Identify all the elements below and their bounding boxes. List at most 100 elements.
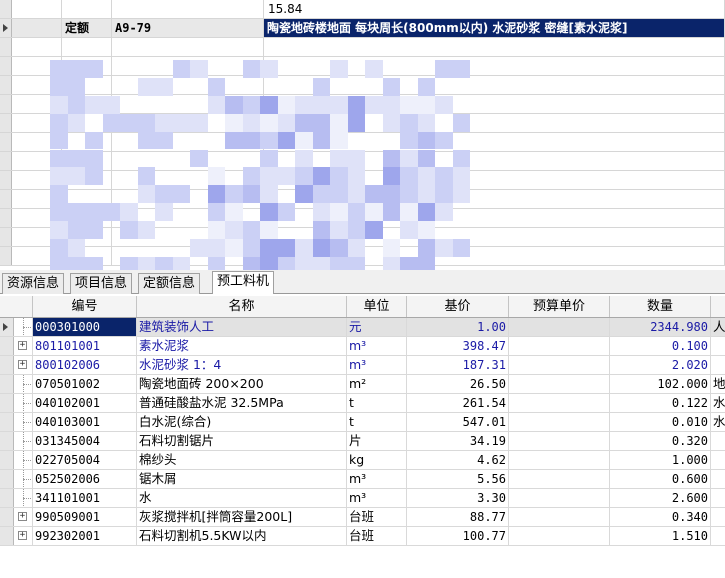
grid-cell[interactable] (112, 133, 264, 151)
unit-cell[interactable]: m³ (347, 470, 407, 488)
grid-cell[interactable] (62, 76, 112, 94)
expand-icon[interactable]: + (18, 341, 27, 350)
base-price-cell[interactable]: 547.01 (407, 413, 509, 431)
grid-cell[interactable] (264, 38, 725, 56)
quota-row[interactable] (0, 133, 725, 152)
quota-row-selected[interactable]: 定额 A9-79 陶瓷地砖楼地面 每块周长(800mm以内) 水泥砂浆 密缝[素… (0, 19, 725, 38)
grid-cell[interactable] (264, 76, 725, 94)
grid-cell[interactable] (62, 133, 112, 151)
quota-row[interactable] (0, 38, 725, 57)
grid-cell[interactable] (12, 76, 62, 94)
code-cell[interactable]: 000301000 (33, 318, 137, 336)
name-cell[interactable]: 石料切割机5.5KW以内 (137, 527, 347, 545)
quota-row[interactable]: 15.84 (0, 0, 725, 19)
table-row[interactable]: 341101001 水 m³ 3.30 2.600 (0, 489, 725, 508)
extra-cell[interactable]: 水 (711, 394, 725, 412)
grid-cell[interactable] (112, 209, 264, 227)
grid-cell[interactable] (264, 171, 725, 189)
name-cell[interactable]: 普通硅酸盐水泥 32.5MPa (137, 394, 347, 412)
code-cell[interactable]: 031345004 (33, 432, 137, 450)
grid-cell[interactable] (112, 171, 264, 189)
quantity-cell[interactable]: 2.600 (610, 489, 711, 507)
grid-cell[interactable] (62, 114, 112, 132)
row-indicator[interactable] (0, 247, 12, 265)
grid-cell[interactable] (12, 19, 62, 37)
quantity-cell[interactable]: 1.000 (610, 451, 711, 469)
grid-cell[interactable] (12, 133, 62, 151)
code-cell[interactable]: 070501002 (33, 375, 137, 393)
base-price-cell[interactable]: 100.77 (407, 527, 509, 545)
budget-price-cell[interactable] (509, 489, 610, 507)
grid-cell[interactable] (112, 152, 264, 170)
grid-cell[interactable] (12, 152, 62, 170)
row-indicator[interactable] (0, 432, 14, 450)
base-price-cell[interactable]: 5.56 (407, 470, 509, 488)
code-cell[interactable]: 022705004 (33, 451, 137, 469)
quantity-cell[interactable]: 0.100 (610, 337, 711, 355)
code-cell[interactable]: 052502006 (33, 470, 137, 488)
header-extra[interactable] (711, 296, 725, 317)
code-cell[interactable]: 801101001 (33, 337, 137, 355)
row-indicator[interactable] (0, 133, 12, 151)
table-row[interactable]: 040102001 普通硅酸盐水泥 32.5MPa t 261.54 0.122 水 (0, 394, 725, 413)
tree-cell[interactable]: + (14, 356, 33, 374)
row-indicator[interactable] (0, 95, 12, 113)
extra-cell[interactable] (711, 508, 725, 526)
unit-cell[interactable]: m³ (347, 337, 407, 355)
table-row[interactable]: 040103001 白水泥(综合) t 547.01 0.010 水 (0, 413, 725, 432)
tree-cell[interactable] (14, 470, 33, 488)
tree-cell[interactable] (14, 318, 33, 336)
name-cell[interactable]: 石料切割锯片 (137, 432, 347, 450)
grid-cell[interactable] (62, 57, 112, 75)
quota-row[interactable] (0, 152, 725, 171)
grid-cell[interactable] (112, 228, 264, 246)
unit-cell[interactable]: t (347, 413, 407, 431)
tree-cell[interactable]: + (14, 337, 33, 355)
budget-price-cell[interactable] (509, 394, 610, 412)
budget-price-cell[interactable] (509, 527, 610, 545)
tree-cell[interactable]: + (14, 508, 33, 526)
code-cell[interactable]: 990509001 (33, 508, 137, 526)
name-cell[interactable]: 陶瓷地面砖 200×200 (137, 375, 347, 393)
row-indicator[interactable] (0, 375, 14, 393)
grid-cell[interactable] (264, 114, 725, 132)
header-budget-price[interactable]: 预算单价 (509, 296, 610, 317)
quota-row[interactable] (0, 95, 725, 114)
extra-cell[interactable] (711, 489, 725, 507)
code-cell[interactable]: 341101001 (33, 489, 137, 507)
grid-cell[interactable] (12, 38, 62, 56)
tree-cell[interactable]: + (14, 527, 33, 545)
quota-row[interactable] (0, 57, 725, 76)
row-indicator[interactable] (0, 451, 14, 469)
grid-cell[interactable] (12, 190, 62, 208)
grid-cell[interactable] (62, 95, 112, 113)
budget-price-cell[interactable] (509, 356, 610, 374)
base-price-cell[interactable]: 34.19 (407, 432, 509, 450)
extra-cell[interactable] (711, 356, 725, 374)
grid-cell[interactable] (112, 38, 264, 56)
base-price-cell[interactable]: 26.50 (407, 375, 509, 393)
grid-cell[interactable] (62, 171, 112, 189)
budget-price-cell[interactable] (509, 413, 610, 431)
grid-cell[interactable] (112, 76, 264, 94)
extra-cell[interactable]: 人 (711, 318, 725, 336)
row-indicator[interactable] (0, 114, 12, 132)
code-cell[interactable]: 040103001 (33, 413, 137, 431)
grid-cell[interactable] (62, 0, 112, 18)
quota-description-cell[interactable]: 陶瓷地砖楼地面 每块周长(800mm以内) 水泥砂浆 密缝[素水泥浆] (264, 19, 725, 37)
name-cell[interactable]: 白水泥(综合) (137, 413, 347, 431)
grid-cell[interactable] (12, 0, 62, 18)
base-price-cell[interactable]: 3.30 (407, 489, 509, 507)
unit-cell[interactable]: 台班 (347, 527, 407, 545)
grid-cell[interactable] (264, 209, 725, 227)
header-name[interactable]: 名称 (137, 296, 347, 317)
grid-cell[interactable] (112, 95, 264, 113)
grid-cell[interactable] (112, 247, 264, 265)
quantity-cell[interactable]: 0.600 (610, 470, 711, 488)
unit-cell[interactable]: kg (347, 451, 407, 469)
table-row[interactable]: +992302001 石料切割机5.5KW以内 台班 100.77 1.510 (0, 527, 725, 546)
row-indicator[interactable] (0, 76, 12, 94)
budget-price-cell[interactable] (509, 318, 610, 336)
row-indicator[interactable] (0, 508, 14, 526)
quota-row[interactable] (0, 76, 725, 95)
